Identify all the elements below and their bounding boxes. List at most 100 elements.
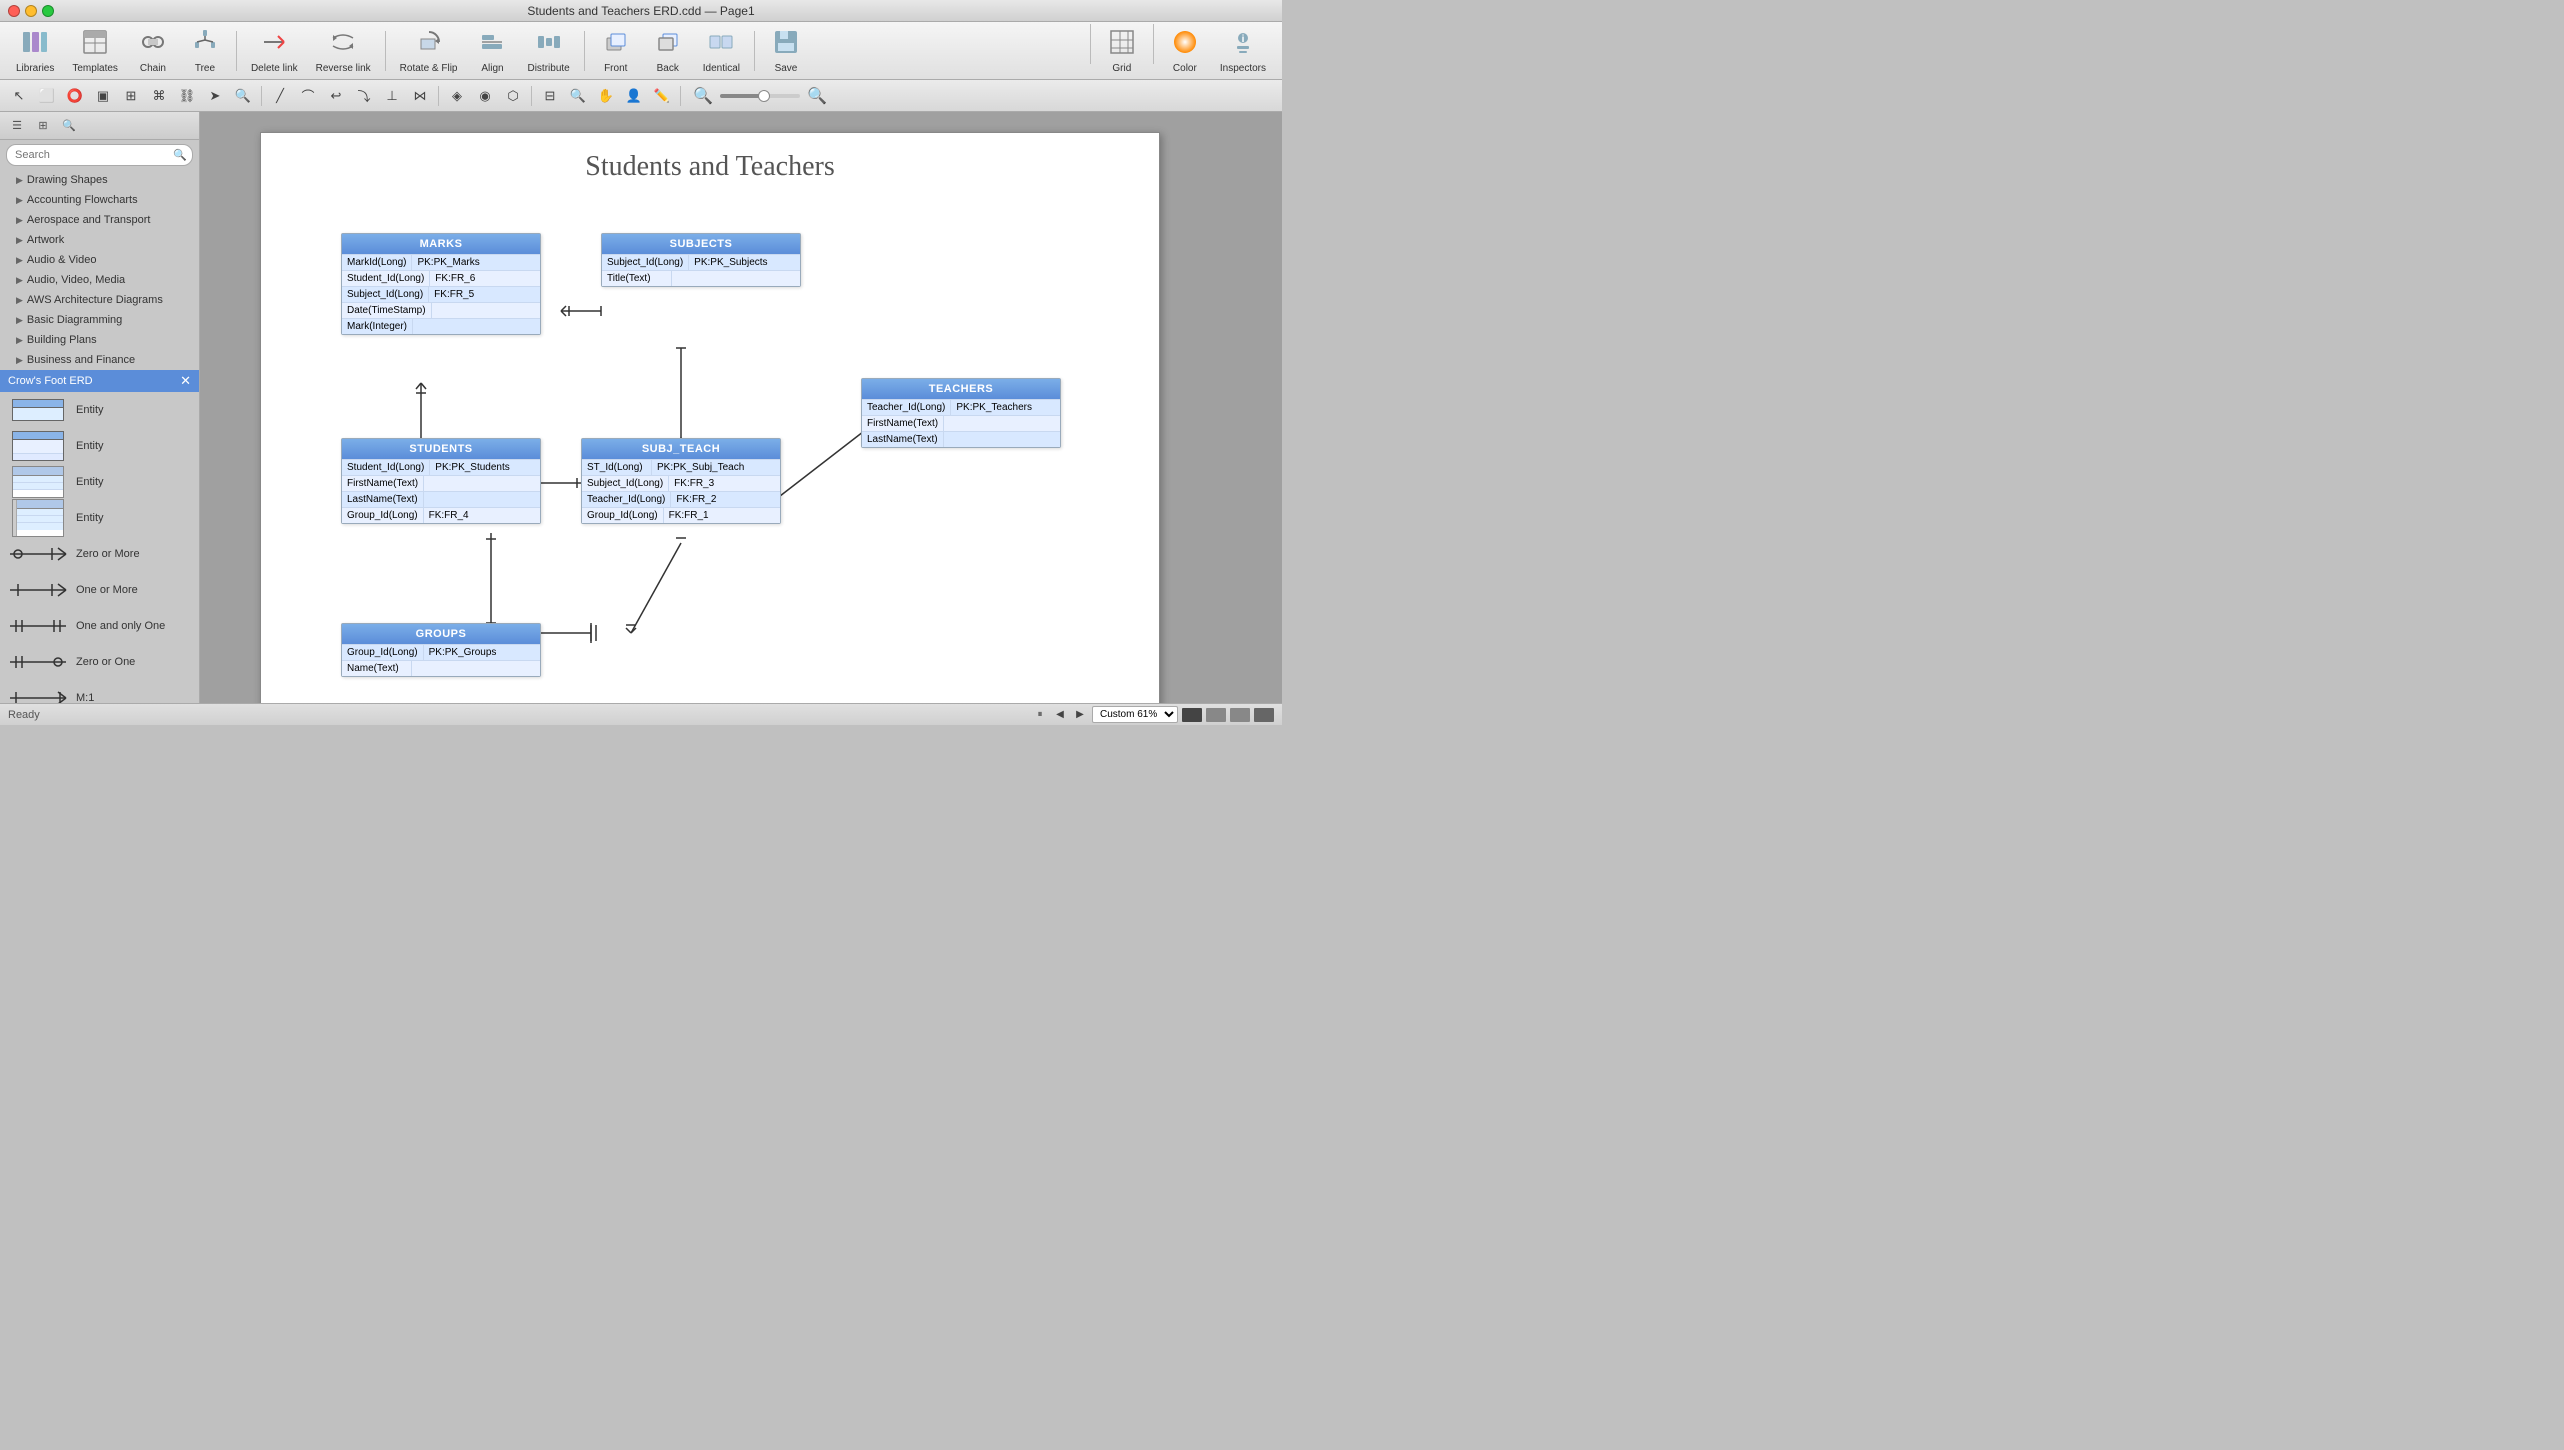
tree-icon [191,28,219,60]
sidebar-header: ☰ ⊞ 🔍 [0,112,199,140]
front-button[interactable]: Front [591,24,641,78]
shape-one-or-more[interactable]: One or More [0,572,199,608]
expand-arrow: ▶ [16,315,23,326]
delete-link-button[interactable]: Delete link [243,24,306,78]
container-tool[interactable]: ⊞ [118,83,144,109]
canvas-area[interactable]: Students and Teachers [200,112,1282,703]
zoom-in-tool[interactable]: 🔍 [565,83,591,109]
minimize-button[interactable] [25,5,37,17]
templates-icon [81,28,109,60]
rotate-flip-button[interactable]: Rotate & Flip [392,24,466,78]
table-groups[interactable]: GROUPS Group_Id(Long) PK:PK_Groups Name(… [341,623,541,677]
color-label: Color [1173,63,1197,74]
table-marks[interactable]: MARKS MarkId(Long) PK:PK_Marks Student_I… [341,233,541,335]
line-tool[interactable]: ╱ [267,83,293,109]
subj-teach-cell-32: FK:FR_2 [671,492,741,507]
subj-teach-cell-42: FK:FR_1 [664,508,734,523]
teachers-row-2: FirstName(Text) [862,415,1060,431]
category-accounting-flowcharts[interactable]: ▶ Accounting Flowcharts [0,190,199,210]
shape-zero-or-one[interactable]: Zero or One [0,644,199,680]
shape-entity-3[interactable]: Entity [0,464,199,500]
category-building-plans[interactable]: ▶ Building Plans [0,330,199,350]
curve-tool[interactable]: ⌒ [295,83,321,109]
shape-zero-or-more[interactable]: Zero or More [0,536,199,572]
inspectors-button[interactable]: i Inspectors [1212,24,1274,78]
zoom-slider[interactable] [720,94,800,98]
smart-connect-tool[interactable]: ⛓ [174,83,200,109]
shape-entity-1[interactable]: Entity [0,392,199,428]
oval-select-tool[interactable]: ⭕ [62,83,88,109]
chain-button[interactable]: Chain [128,24,178,78]
active-library-crowsfoot[interactable]: Crow's Foot ERD ✕ [0,370,199,392]
category-drawing-shapes[interactable]: ▶ Drawing Shapes [0,170,199,190]
zoom-in-button[interactable]: 🔍 [804,83,830,109]
identical-button[interactable]: Identical [695,24,748,78]
view-btn-1[interactable] [1182,708,1202,722]
close-library-button[interactable]: ✕ [180,373,191,389]
table-teachers[interactable]: TEACHERS Teacher_Id(Long) PK:PK_Teachers… [861,378,1061,448]
category-basic-diagramming[interactable]: ▶ Basic Diagramming [0,310,199,330]
templates-button[interactable]: Templates [64,24,126,78]
node-tool[interactable]: ◉ [472,83,498,109]
tree-button[interactable]: Tree [180,24,230,78]
libraries-button[interactable]: Libraries [8,24,62,78]
align-button[interactable]: Align [467,24,517,78]
connect-tool[interactable]: ⌘ [146,83,172,109]
next-page-button[interactable]: ▶ [1072,707,1088,723]
shape-m1[interactable]: M:1 [0,680,199,703]
zoom-out-button[interactable]: 🔍 [690,83,716,109]
shape-label: Entity [76,404,104,416]
shape-entity-4[interactable]: Entity [0,500,199,536]
view-btn-4[interactable] [1254,708,1274,722]
category-artwork[interactable]: ▶ Artwork [0,230,199,250]
zoom-select[interactable]: Custom 61% [1092,706,1178,723]
shape-label: One or More [76,584,138,596]
category-audio-video[interactable]: ▶ Audio & Video [0,250,199,270]
back-button[interactable]: Back [643,24,693,78]
table-subj-teach[interactable]: SUBJ_TEACH ST_Id(Long) PK:PK_Subj_Teach … [581,438,781,524]
category-business-finance[interactable]: ▶ Business and Finance [0,350,199,370]
path-tool[interactable]: ⬡ [500,83,526,109]
rect-select-tool[interactable]: ⬜ [34,83,60,109]
pan-tool[interactable]: ✋ [593,83,619,109]
sidebar-search-button[interactable]: 🔍 [58,115,80,137]
text-tool[interactable]: ▣ [90,83,116,109]
save-button[interactable]: Save [761,24,811,78]
category-aws[interactable]: ▶ AWS Architecture Diagrams [0,290,199,310]
sidebar-grid-view-button[interactable]: ⊞ [32,115,54,137]
view-btn-3[interactable] [1230,708,1250,722]
arrow-tool[interactable]: ➤ [202,83,228,109]
shape-entity-2[interactable]: Entity [0,428,199,464]
prev-page-button[interactable]: ◀ [1052,707,1068,723]
students-cell-41: Group_Id(Long) [342,508,424,523]
search-wrap: 🔍 [6,144,193,166]
undo-tool[interactable]: ↩ [323,83,349,109]
color-button[interactable]: Color [1160,24,1210,78]
table-students[interactable]: STUDENTS Student_Id(Long) PK:PK_Students… [341,438,541,524]
marks-cell-32: FK:FR_5 [429,287,499,302]
pause-button[interactable]: ⏸ [1032,707,1048,723]
view-btn-2[interactable] [1206,708,1226,722]
split-tool[interactable]: ⋈ [407,83,433,109]
maximize-button[interactable] [42,5,54,17]
distribute-button[interactable]: Distribute [519,24,577,78]
zoom-region-tool[interactable]: 🔍 [230,83,256,109]
sidebar-search-input[interactable] [6,144,193,166]
tool-separator1 [261,86,262,106]
handle-tool[interactable]: ⊥ [379,83,405,109]
grid-button[interactable]: Grid [1097,24,1147,78]
sidebar-list-view-button[interactable]: ☰ [6,115,28,137]
edit-shape-tool[interactable]: ◈ [444,83,470,109]
select-tool[interactable]: ↖ [6,83,32,109]
category-audio-video-media[interactable]: ▶ Audio, Video, Media [0,270,199,290]
table-subjects[interactable]: SUBJECTS Subject_Id(Long) PK:PK_Subjects… [601,233,801,287]
close-button[interactable] [8,5,20,17]
reverse-link-button[interactable]: Reverse link [308,24,379,78]
shape-one-and-only-one[interactable]: One and only One [0,608,199,644]
inspector-tool[interactable]: 👤 [621,83,647,109]
redo-tool[interactable]: ⤵ [351,83,377,109]
marks-cell-11: MarkId(Long) [342,255,412,270]
pen-tool[interactable]: ✏️ [649,83,675,109]
category-aerospace-transport[interactable]: ▶ Aerospace and Transport [0,210,199,230]
actual-size-tool[interactable]: ⊟ [537,83,563,109]
